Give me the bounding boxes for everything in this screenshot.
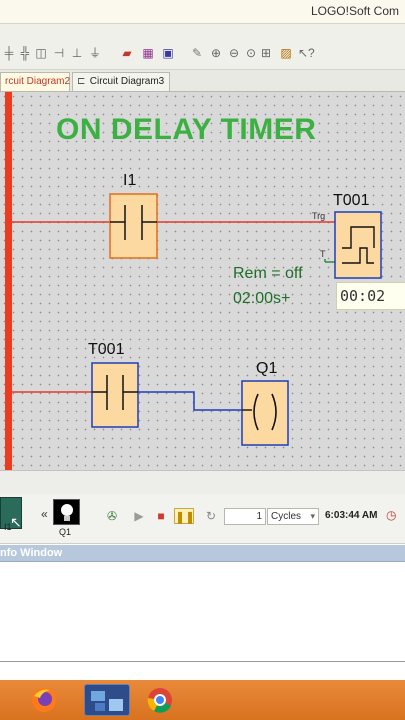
chevron-down-icon: ▾	[310, 511, 315, 521]
cycles-unit-select[interactable]: Cycles ▾	[267, 508, 319, 525]
probe-icon[interactable]: ✇	[103, 508, 121, 524]
t001-contact-block[interactable]	[91, 362, 139, 428]
collapse-chevron-icon[interactable]: «	[41, 507, 48, 521]
taskbar-firefox[interactable]	[26, 684, 62, 716]
cycles-input[interactable]: 1	[224, 508, 266, 525]
app-root: LOGO!Soft Com ╪ ╬ ◫ ⊣ ⊥ ⏚ ▰ ▦ ▣ ✎ ⊕ ⊖ ⊙ …	[0, 0, 405, 720]
diagram-heading: ON DELAY TIMER	[56, 113, 317, 146]
power-rail	[5, 92, 12, 470]
clock-icon[interactable]: ◷	[386, 508, 396, 522]
t-pin-label: T	[320, 249, 326, 259]
t001-timer-label: T001	[333, 192, 370, 209]
time-param: 02:00s+	[233, 290, 291, 307]
horizontal-scrollbar[interactable]	[0, 470, 405, 494]
q1-label: Q1	[256, 360, 278, 377]
info-window-body	[0, 562, 405, 662]
output-lamp-q1	[53, 499, 80, 525]
timer-elapsed-display: 00:02	[336, 282, 405, 310]
output-lamp-label: Q1	[59, 527, 72, 537]
taskbar-logosoft[interactable]	[84, 684, 130, 716]
i1-contact-block[interactable]	[109, 193, 158, 259]
stop-icon[interactable]: ■	[154, 508, 168, 524]
chrome-icon	[147, 688, 172, 713]
play-icon[interactable]: ▶	[132, 508, 146, 524]
info-window-header: nfo Window	[0, 545, 405, 562]
cursor-icon: ↖	[10, 514, 22, 530]
wire-t001-to-q1	[138, 391, 242, 411]
pause-icon[interactable]: ❚❚	[174, 508, 195, 524]
lamp-icon	[61, 504, 73, 521]
step-icon[interactable]: ↻	[203, 508, 219, 524]
trg-pin-label: Trg	[312, 211, 326, 221]
simulation-clock: 6:03:44 AM	[325, 510, 378, 521]
taskbar-chrome[interactable]	[142, 684, 178, 716]
i1-label: I1	[123, 172, 137, 189]
logosoft-icon	[91, 691, 123, 711]
info-window-title: nfo Window	[0, 547, 63, 559]
t001-contact-label: T001	[88, 341, 125, 358]
cycles-unit-value: Cycles	[271, 511, 302, 522]
firefox-icon	[32, 688, 56, 712]
q1-coil-block[interactable]	[241, 380, 289, 446]
rem-param: Rem = off	[233, 265, 303, 282]
